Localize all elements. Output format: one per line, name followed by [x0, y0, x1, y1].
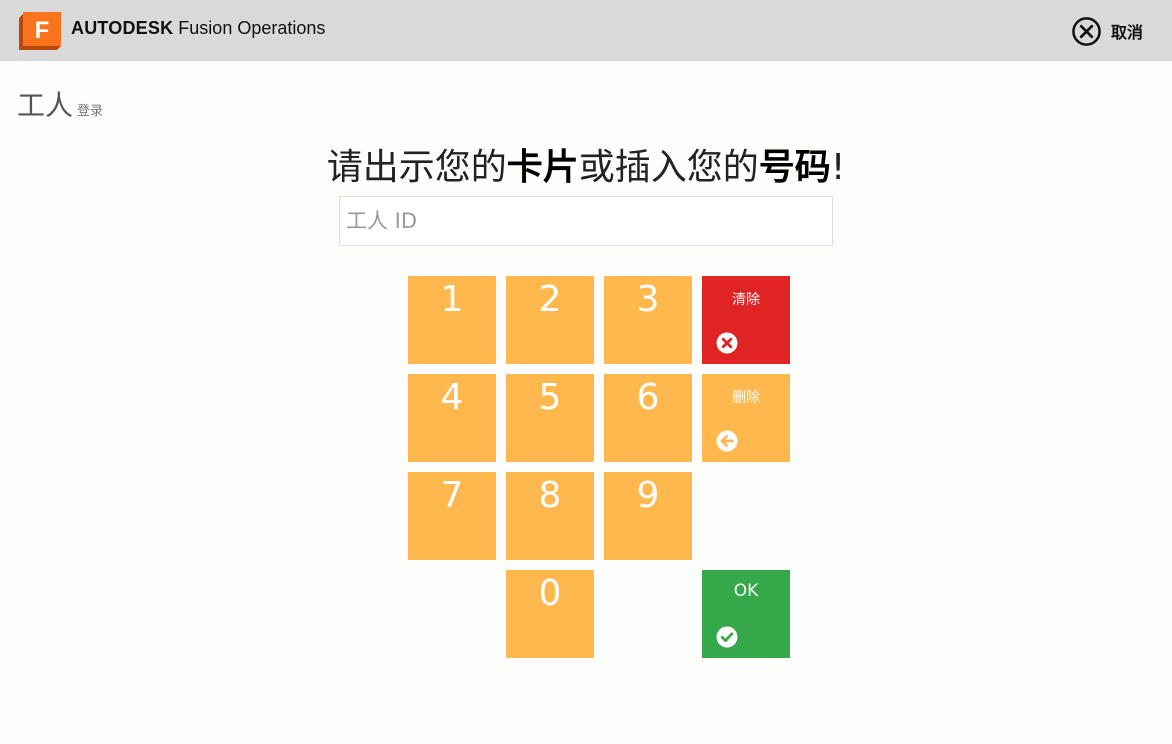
brand-title: AUTODESK Fusion Operations [71, 17, 325, 39]
key-3[interactable]: 3 [604, 276, 692, 364]
clear-x-icon [716, 332, 738, 354]
breadcrumb-page: 登录 [77, 104, 104, 119]
check-circle-icon [716, 626, 738, 648]
title-part-1: 请出示您的 [326, 147, 507, 188]
cancel-label: 取消 [1111, 23, 1144, 42]
key-label: 6 [636, 377, 660, 418]
key-label: 0 [538, 573, 562, 614]
top-bar: F AUTODESK Fusion Operations 取消 [0, 0, 1172, 61]
worker-id-input[interactable] [339, 196, 833, 246]
key-label: 4 [440, 377, 464, 418]
key-4[interactable]: 4 [408, 374, 496, 462]
key-label: 8 [538, 475, 562, 516]
key-0[interactable]: 0 [506, 570, 594, 658]
key-label: 9 [636, 475, 660, 516]
fusion-logo-icon: F [19, 12, 61, 50]
title-bold-card: 卡片 [506, 147, 579, 188]
key-label: 2 [538, 279, 562, 320]
breadcrumb-section: 工人 [17, 89, 74, 122]
delete-button[interactable]: 删除 [702, 374, 790, 462]
brand-autodesk: AUTODESK [71, 18, 174, 38]
key-5[interactable]: 5 [506, 374, 594, 462]
key-7[interactable]: 7 [408, 472, 496, 560]
logo-letter: F [35, 17, 50, 44]
key-6[interactable]: 6 [604, 374, 692, 462]
close-circle-icon [1072, 16, 1101, 46]
key-label: 3 [636, 279, 660, 320]
page-title: 请出示您的卡片或插入您的号码! [0, 142, 1172, 194]
title-bold-number: 号码 [758, 147, 831, 188]
title-part-2: 或插入您的 [578, 147, 759, 188]
ok-button[interactable]: OK [702, 570, 790, 658]
key-label: 7 [440, 475, 464, 516]
arrow-left-circle-icon [716, 430, 738, 452]
key-8[interactable]: 8 [506, 472, 594, 560]
key-2[interactable]: 2 [506, 276, 594, 364]
delete-label: 删除 [732, 390, 760, 406]
key-9[interactable]: 9 [604, 472, 692, 560]
key-1[interactable]: 1 [408, 276, 496, 364]
clear-label: 清除 [732, 292, 760, 308]
key-label: 5 [538, 377, 562, 418]
cancel-button[interactable]: 取消 [1071, 15, 1161, 47]
ok-label: OK [733, 581, 759, 601]
clear-button[interactable]: 清除 [702, 276, 790, 364]
key-label: 1 [440, 279, 464, 320]
breadcrumb: 工人 登录 [17, 84, 103, 124]
title-end: ! [830, 147, 846, 188]
brand-product: Fusion Operations [178, 18, 326, 38]
